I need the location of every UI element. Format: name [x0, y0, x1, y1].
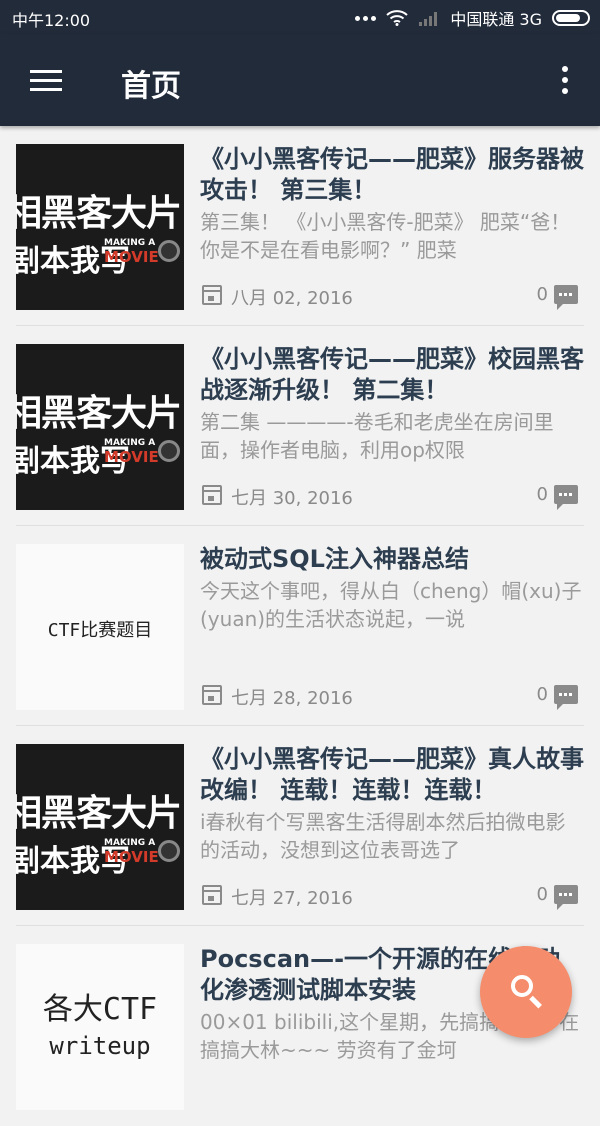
thumbnail-text: MOVIE [104, 848, 159, 866]
search-fab[interactable] [480, 946, 572, 1038]
comment-icon[interactable] [554, 485, 578, 510]
search-icon-handle [529, 995, 542, 1009]
thumbnail-text: MAKING A [104, 438, 156, 448]
article-excerpt: 第三集！ 《小小黑客传-肥菜》 肥菜“爸！你是不是在看电影啊？” 肥菜 [200, 210, 571, 262]
article-thumbnail: 相黑客大片 剧本我写 MAKING A MOVIE [16, 744, 184, 910]
comment-count: 0 [536, 484, 548, 505]
calendar-icon [202, 485, 222, 505]
article-item[interactable]: 相黑客大片 剧本我写 MAKING A MOVIE 《小小黑客传记——肥菜》校园… [16, 326, 584, 526]
article-title[interactable]: 《小小黑客传记——肥菜》校园黑客战逐渐升级！ 第二集！ [200, 344, 584, 406]
search-icon [511, 975, 533, 997]
battery-icon [552, 10, 590, 26]
article-thumbnail: 相黑客大片 剧本我写 MAKING A MOVIE [16, 344, 184, 510]
film-reel-icon [158, 840, 180, 862]
thumbnail-text: 各大CTF [42, 992, 158, 1027]
article-date: 七月 30, 2016 [231, 488, 353, 509]
article-excerpt: 第二集 ————-卷毛和老虎坐在房间里面，操作者电脑，利用op权限 [200, 410, 554, 462]
article-excerpt: i春秋有个写黑客生活得剧本然后拍微电影的活动，没想到这位表哥选了 [200, 810, 566, 862]
page-title: 首页 [121, 69, 181, 104]
article-item[interactable]: 相黑客大片 剧本我写 MAKING A MOVIE 《小小黑客传记——肥菜》服务… [16, 126, 584, 326]
article-title[interactable]: 《小小黑客传记——肥菜》服务器被攻击！ 第三集！ [200, 144, 584, 206]
thumbnail-text: 相黑客大片 [16, 193, 182, 234]
article-content: 《小小黑客传记——肥菜》真人故事改编！ 连载！连载！连载！ i春秋有个写黑客生活… [200, 744, 584, 914]
article-date: 八月 02, 2016 [231, 288, 353, 309]
menu-icon[interactable] [30, 70, 64, 92]
wifi-icon [386, 10, 408, 26]
status-icons: 中国联通 3G [355, 6, 590, 30]
status-bar: 中午12:00 中国联通 3G [0, 0, 600, 34]
thumbnail-text: 相黑客大片 [16, 793, 182, 834]
article-title[interactable]: 被动式SQL注入神器总结 [200, 544, 584, 575]
article-excerpt: 今天这个事吧，得从白（cheng）帽(xu)子(yuan)的生活状态说起，一说 [200, 579, 582, 631]
carrier-label: 中国联通 3G [450, 10, 542, 29]
article-content: 《小小黑客传记——肥菜》校园黑客战逐渐升级！ 第二集！ 第二集 ————-卷毛和… [200, 344, 584, 514]
comment-count: 0 [536, 284, 548, 305]
comment-icon[interactable] [554, 885, 578, 910]
thumbnail-text: CTF比赛题目 [47, 620, 153, 641]
app-bar: 首页 [0, 34, 600, 126]
article-meta: 八月 02, 2016 0 [200, 284, 584, 310]
thumbnail-text: MAKING A [104, 238, 156, 248]
comment-icon[interactable] [554, 285, 578, 310]
article-date: 七月 28, 2016 [231, 688, 353, 709]
thumbnail-text: MAKING A [104, 838, 156, 848]
article-meta: 七月 28, 2016 0 [200, 684, 584, 710]
article-thumbnail: CTF比赛题目 [16, 544, 184, 710]
thumbnail-text: 相黑客大片 [16, 393, 182, 434]
status-time: 中午12:00 [12, 11, 91, 30]
article-item[interactable]: CTF比赛题目 被动式SQL注入神器总结 今天这个事吧，得从白（cheng）帽(… [16, 526, 584, 726]
article-thumbnail: 各大CTF writeup [16, 944, 184, 1110]
calendar-icon [202, 285, 222, 305]
more-dots-icon [355, 15, 377, 21]
calendar-icon [202, 885, 222, 905]
overflow-menu-icon[interactable] [560, 66, 570, 94]
thumbnail-text: MOVIE [104, 248, 159, 266]
article-thumbnail: 相黑客大片 剧本我写 MAKING A MOVIE [16, 144, 184, 310]
comment-count: 0 [536, 884, 548, 905]
article-item[interactable]: 相黑客大片 剧本我写 MAKING A MOVIE 《小小黑客传记——肥菜》真人… [16, 726, 584, 926]
article-date: 七月 27, 2016 [231, 888, 353, 909]
comment-icon[interactable] [554, 685, 578, 710]
article-meta: 七月 30, 2016 0 [200, 484, 584, 510]
article-meta: 七月 27, 2016 0 [200, 884, 584, 910]
comment-count: 0 [536, 684, 548, 705]
article-title[interactable]: 《小小黑客传记——肥菜》真人故事改编！ 连载！连载！连载！ [200, 744, 584, 806]
signal-icon [419, 12, 438, 26]
calendar-icon [202, 685, 222, 705]
article-content: 被动式SQL注入神器总结 今天这个事吧，得从白（cheng）帽(xu)子(yua… [200, 544, 584, 714]
article-content: 《小小黑客传记——肥菜》服务器被攻击！ 第三集！ 第三集！ 《小小黑客传-肥菜》… [200, 144, 584, 314]
thumbnail-text: MOVIE [104, 448, 159, 466]
film-reel-icon [158, 240, 180, 262]
thumbnail-text: writeup [49, 1032, 151, 1060]
film-reel-icon [158, 440, 180, 462]
